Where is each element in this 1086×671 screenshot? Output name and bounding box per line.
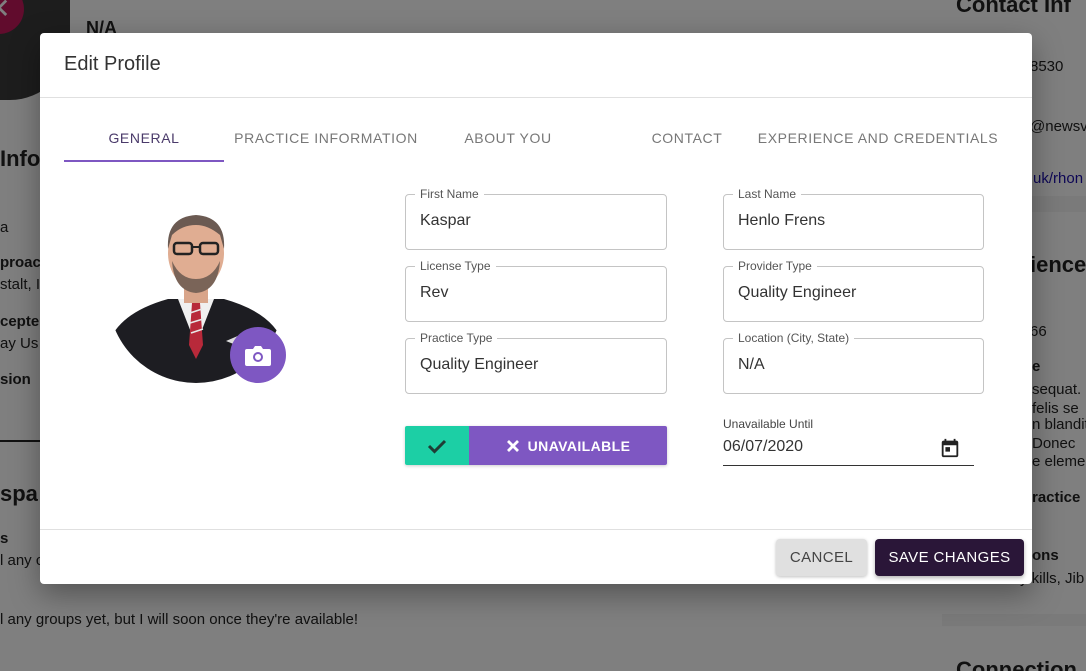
practice-type-label: Practice Type (415, 331, 498, 345)
practice-type-input[interactable] (420, 356, 650, 374)
unavailable-label: UNAVAILABLE (527, 437, 631, 454)
practice-type-field: Practice Type (405, 331, 667, 394)
tab-general[interactable]: GENERAL (64, 119, 224, 162)
tab-bar: GENERAL PRACTICE INFORMATION ABOUT YOU C… (64, 119, 1008, 163)
save-changes-button[interactable]: SAVE CHANGES (875, 539, 1024, 576)
provider-type-input[interactable] (738, 284, 968, 302)
license-type-field: License Type (405, 259, 667, 322)
camera-button[interactable] (230, 327, 286, 383)
unavailable-until-label: Unavailable Until (723, 417, 814, 431)
tab-about-you[interactable]: ABOUT YOU (442, 119, 574, 162)
last-name-label: Last Name (733, 187, 802, 201)
last-name-field: Last Name (723, 187, 984, 250)
calendar-icon[interactable] (939, 437, 961, 459)
first-name-label: First Name (415, 187, 484, 201)
license-type-label: License Type (415, 259, 496, 273)
edit-profile-dialog: Edit Profile GENERAL PRACTICE INFORMATIO… (40, 33, 1032, 584)
location-label: Location (City, State) (733, 331, 855, 345)
first-name-input[interactable] (420, 212, 650, 230)
availability-toggle: UNAVAILABLE (405, 426, 667, 465)
cancel-button[interactable]: CANCEL (776, 539, 867, 576)
camera-icon (245, 346, 271, 366)
location-field: Location (City, State) (723, 331, 984, 394)
dialog-footer: CANCEL SAVE CHANGES (40, 529, 1032, 584)
provider-type-label: Provider Type (733, 259, 817, 273)
tab-practice-information[interactable]: PRACTICE INFORMATION (234, 119, 418, 162)
dialog-title: Edit Profile (64, 53, 161, 75)
unavailable-button[interactable]: UNAVAILABLE (469, 426, 667, 465)
active-tab-indicator (64, 160, 224, 162)
tab-contact[interactable]: CONTACT (624, 119, 750, 162)
close-icon (506, 439, 519, 452)
provider-type-field: Provider Type (723, 259, 984, 322)
dialog-header: Edit Profile (40, 33, 1032, 98)
available-button[interactable] (405, 426, 469, 465)
last-name-input[interactable] (738, 212, 968, 230)
location-input[interactable] (738, 356, 968, 374)
check-icon (427, 439, 447, 454)
license-type-input[interactable] (420, 284, 650, 302)
first-name-field: First Name (405, 187, 667, 250)
unavailable-until-field: Unavailable Until (723, 417, 974, 466)
tab-experience-and-credentials[interactable]: EXPERIENCE AND CREDENTIALS (756, 119, 1000, 162)
unavailable-until-input[interactable] (723, 438, 923, 456)
